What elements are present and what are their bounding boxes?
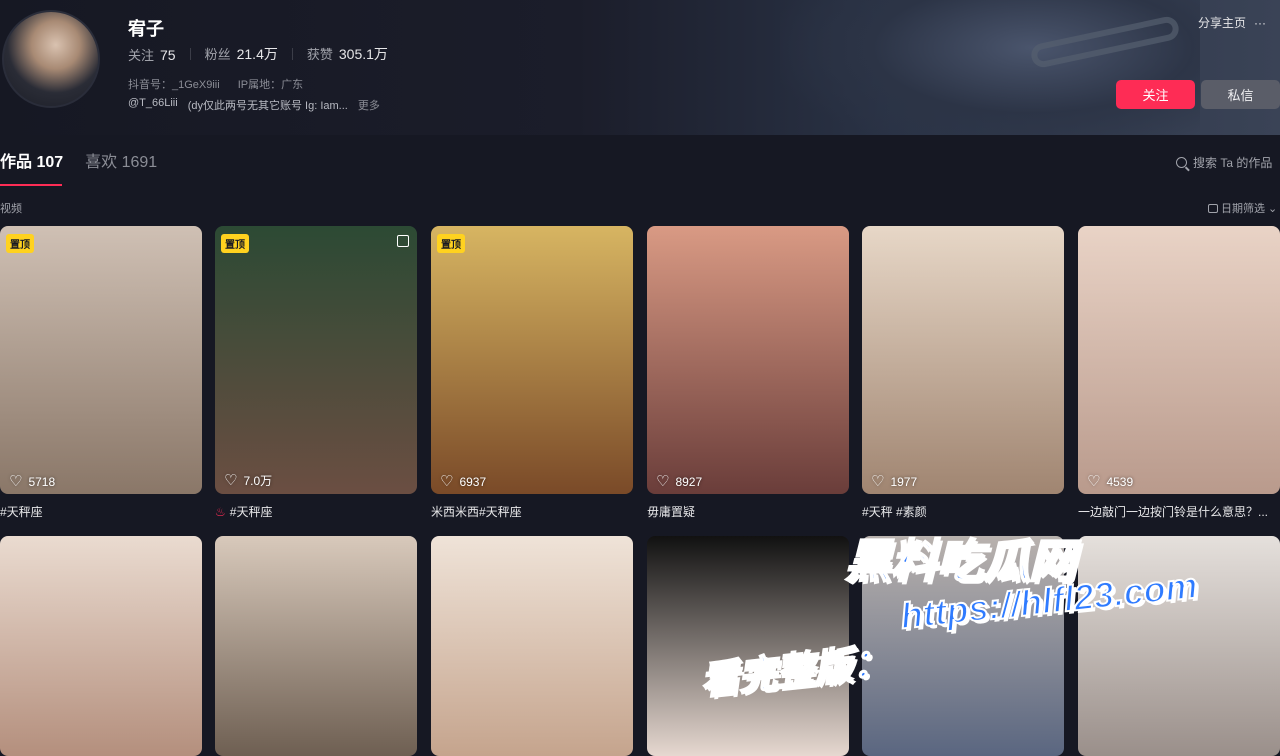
pinned-badge: 置顶 xyxy=(437,234,465,253)
video-card[interactable]: ♡ 4539 一边敲门一边按门铃是什么意思？... xyxy=(1078,226,1280,520)
caption-text[interactable]: #天秤 #素颜 xyxy=(862,505,927,519)
video-caption[interactable]: #天秤 #素颜 xyxy=(862,503,1064,520)
video-card[interactable]: 置顶 ♡ 7.0万 ♨ #天秤座 xyxy=(215,226,417,520)
video-likes: ♡ 6937 xyxy=(440,474,486,489)
video-thumbnail[interactable]: 置顶 ♡ 7.0万 xyxy=(215,226,417,494)
video-thumbnail[interactable] xyxy=(862,536,1064,756)
profile-stats: 关注 75 粉丝 21.4万 获赞 305.1万 xyxy=(128,44,388,64)
hot-icon: ♨ xyxy=(215,505,226,519)
stat-following[interactable]: 关注 75 xyxy=(128,45,176,64)
bio-more-link[interactable]: 更多 xyxy=(358,97,380,113)
video-caption[interactable]: 米西米西#天秤座 xyxy=(431,503,633,520)
stat-divider xyxy=(291,48,293,60)
video-card[interactable] xyxy=(1078,536,1280,756)
heart-icon: ♡ xyxy=(656,473,670,490)
date-filter-label[interactable]: 日期筛选 xyxy=(1221,200,1265,216)
video-likes: ♡ 1977 xyxy=(871,474,917,489)
like-count: 1977 xyxy=(890,474,918,489)
chevron-down-icon[interactable]: ⌄ xyxy=(1268,202,1277,215)
caption-text[interactable]: 一边敲门一边按门铃是什么意思？... xyxy=(1078,505,1268,519)
search-icon[interactable] xyxy=(1176,157,1187,168)
video-caption[interactable]: 一边敲门一边按门铃是什么意思？... xyxy=(1078,503,1280,520)
video-thumbnail[interactable] xyxy=(431,536,633,756)
heart-icon: ♡ xyxy=(224,472,238,489)
share-profile-label[interactable]: 分享主页 xyxy=(1198,14,1246,31)
profile-name: 宥子 xyxy=(128,19,164,39)
banner-artwork xyxy=(780,0,1200,135)
video-card[interactable]: 置顶 ♡ 6937 米西米西#天秤座 xyxy=(431,226,633,520)
video-card[interactable] xyxy=(215,536,417,756)
profile-bio: @T_66Liii (dy仅此两号无其它账号 Ig: Iam... 更多 xyxy=(128,97,380,113)
video-card[interactable] xyxy=(647,536,849,756)
multi-image-icon xyxy=(397,235,409,247)
message-button[interactable]: 私信 xyxy=(1201,80,1280,109)
video-card[interactable] xyxy=(0,536,202,756)
bio-text: (dy仅此两号无其它账号 Ig: Iam... xyxy=(187,100,348,112)
heart-icon: ♡ xyxy=(440,473,454,490)
like-count: 8927 xyxy=(675,474,703,489)
video-likes: ♡ 7.0万 xyxy=(224,472,272,489)
video-likes: ♡ 8927 xyxy=(656,474,702,489)
caption-text[interactable]: #天秤座 xyxy=(0,505,43,519)
profile-banner xyxy=(0,0,1280,135)
stat-followers[interactable]: 粉丝 21.4万 xyxy=(205,44,278,64)
like-count: 6937 xyxy=(459,474,487,489)
more-options-icon[interactable]: ··· xyxy=(1254,16,1266,30)
pinned-badge: 置顶 xyxy=(221,234,249,253)
like-count: 4539 xyxy=(1106,474,1134,489)
video-caption[interactable]: ♨ #天秤座 xyxy=(215,503,417,520)
heart-icon: ♡ xyxy=(1087,473,1101,490)
date-filter[interactable]: 日期筛选 ⌄ xyxy=(1208,200,1277,216)
video-thumbnail[interactable] xyxy=(1078,536,1280,756)
video-likes: ♡ 4539 xyxy=(1087,474,1133,489)
search-works[interactable]: 搜索 Ta 的作品 xyxy=(1176,154,1272,171)
like-count: 5718 xyxy=(28,474,56,489)
video-card[interactable] xyxy=(862,536,1064,756)
heart-icon: ♡ xyxy=(9,473,23,490)
douyin-id: 抖音号：_1GeX9iii xyxy=(128,79,220,91)
share-profile[interactable]: 分享主页 ··· xyxy=(1198,14,1266,31)
calendar-icon xyxy=(1208,203,1218,213)
ip-location: IP属地：广东 xyxy=(237,79,304,91)
caption-text[interactable]: #天秤座 xyxy=(230,505,273,519)
video-thumbnail[interactable]: 置顶 ♡ 5718 xyxy=(0,226,202,494)
profile-meta: 抖音号：_1GeX9iii IP属地：广东 xyxy=(128,76,303,92)
video-thumbnail[interactable]: ♡ 4539 xyxy=(1078,226,1280,494)
stat-likes: 获赞 305.1万 xyxy=(306,46,388,62)
video-likes: ♡ 5718 xyxy=(9,474,55,489)
tab-works[interactable]: 作品 107 xyxy=(0,148,63,186)
avatar[interactable] xyxy=(2,10,100,108)
pinned-badge: 置顶 xyxy=(6,234,34,253)
heart-icon: ♡ xyxy=(871,473,885,490)
like-count: 7.0万 xyxy=(243,474,273,488)
video-caption[interactable]: #天秤座 xyxy=(0,503,202,520)
video-card[interactable]: ♡ 1977 #天秤 #素颜 xyxy=(862,226,1064,520)
video-thumbnail[interactable] xyxy=(0,536,202,756)
tab-likes[interactable]: 喜欢 1691 xyxy=(85,148,157,186)
video-thumbnail[interactable]: ♡ 1977 xyxy=(862,226,1064,494)
stat-divider xyxy=(189,48,191,60)
bio-handle: @T_66Liii xyxy=(128,97,178,109)
video-card[interactable]: 置顶 ♡ 5718 #天秤座 xyxy=(0,226,202,520)
search-label[interactable]: 搜索 Ta 的作品 xyxy=(1193,154,1272,171)
video-thumbnail[interactable] xyxy=(647,536,849,756)
video-thumbnail[interactable] xyxy=(215,536,417,756)
video-thumbnail[interactable]: 置顶 ♡ 6937 xyxy=(431,226,633,494)
video-card[interactable]: ♡ 8927 毋庸置疑 xyxy=(647,226,849,520)
profile-tabs: 作品 107 喜欢 1691 xyxy=(0,148,157,186)
video-card[interactable] xyxy=(431,536,633,756)
caption-text[interactable]: 米西米西#天秤座 xyxy=(431,505,522,519)
follow-button[interactable]: 关注 xyxy=(1116,80,1195,109)
caption-text[interactable]: 毋庸置疑 xyxy=(647,505,695,519)
section-label: 视频 xyxy=(0,203,22,215)
video-caption[interactable]: 毋庸置疑 xyxy=(647,503,849,520)
video-thumbnail[interactable]: ♡ 8927 xyxy=(647,226,849,494)
